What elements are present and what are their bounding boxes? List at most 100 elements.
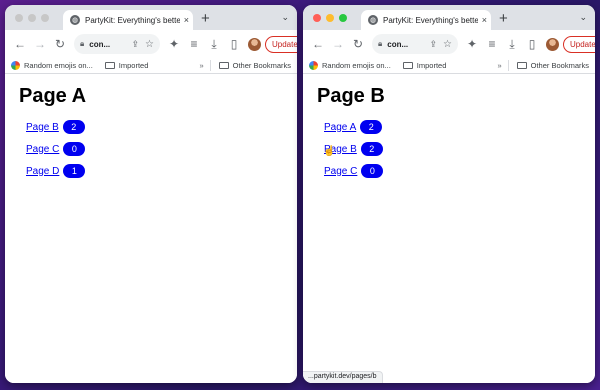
forward-button[interactable]: → — [328, 37, 348, 51]
visitor-count-badge: 0 — [63, 142, 86, 156]
bookmark-folder-imported[interactable]: Imported — [104, 61, 149, 70]
side-panel-icon[interactable]: ▯ — [522, 37, 542, 51]
page-link[interactable]: Page A — [324, 122, 356, 133]
browser-window-left: ◍ PartyKit: Everything's better w × + ⌄ … — [5, 5, 297, 383]
bookmarks-bar: Random emojis on... Imported » Other Boo… — [303, 58, 595, 74]
zoom-window-button[interactable] — [339, 14, 347, 22]
bookmark-label: Random emojis on... — [322, 61, 391, 70]
profile-avatar[interactable] — [248, 37, 261, 51]
update-label: Update — [272, 39, 297, 49]
download-icon[interactable]: ⤓ — [502, 37, 522, 52]
folder-icon — [104, 62, 115, 69]
url-text: con... — [387, 39, 409, 49]
emoji-favicon-icon — [309, 61, 318, 70]
tab-search-button[interactable]: ⌄ — [579, 12, 587, 23]
divider — [209, 60, 211, 71]
back-button[interactable]: ← — [10, 37, 30, 51]
bookmark-random-emojis[interactable]: Random emojis on... — [309, 61, 391, 70]
update-button[interactable]: Update ⋮ — [265, 35, 297, 53]
bookmarks-overflow-button[interactable]: » — [497, 61, 501, 70]
folder-icon — [218, 62, 229, 69]
bookmark-star-icon[interactable]: ☆ — [443, 39, 452, 50]
toolbar: ← → ↻ 🔒︎ con... ⇪ ☆ ✦ ≡ ⤓ ▯ Update ⋮ — [303, 30, 595, 58]
address-bar[interactable]: 🔒︎ con... ⇪ ☆ — [372, 34, 458, 54]
window-controls — [313, 14, 347, 22]
close-window-button[interactable] — [313, 14, 321, 22]
page-heading: Page A — [19, 85, 87, 107]
lock-icon[interactable]: 🔒︎ — [80, 39, 84, 49]
visitor-count-badge: 0 — [361, 164, 384, 178]
browser-window-right: ◍ PartyKit: Everything's better w × + ⌄ … — [303, 5, 595, 383]
list-item: Page B 2 — [324, 138, 581, 160]
profile-avatar[interactable] — [546, 37, 559, 51]
reading-list-icon[interactable]: ≡ — [482, 37, 502, 51]
other-bookmarks-folder[interactable]: Other Bookmarks — [516, 61, 589, 70]
page-content: Page B Page A 2 Page B 2 Page C 0 ☝ — [303, 75, 595, 383]
page-link[interactable]: Page C — [26, 144, 59, 155]
hand-cursor-icon: ☝ — [323, 146, 336, 157]
tab-title: PartyKit: Everything's better w — [85, 15, 180, 25]
status-bar-url: ...partykit.dev/pages/b — [303, 371, 384, 383]
page-heading: Page B — [317, 85, 385, 107]
page-link[interactable]: Page C — [324, 166, 357, 177]
extensions-icon[interactable]: ✦ — [462, 37, 482, 51]
update-label: Update — [570, 39, 595, 49]
visitor-count-badge: 2 — [62, 120, 85, 134]
visitor-count-badge: 2 — [360, 120, 383, 134]
share-icon[interactable]: ⇪ — [429, 39, 437, 50]
list-item: Page A 2 — [324, 116, 581, 138]
minimize-window-button[interactable] — [28, 14, 36, 22]
bookmark-random-emojis[interactable]: Random emojis on... — [11, 61, 93, 70]
reading-list-icon[interactable]: ≡ — [184, 37, 204, 51]
list-item: Page C 0 — [324, 160, 581, 182]
globe-icon: ◍ — [70, 15, 80, 25]
tab-partykit[interactable]: ◍ PartyKit: Everything's better w × — [63, 10, 193, 30]
tab-close-icon[interactable]: × — [184, 15, 189, 25]
new-tab-button[interactable]: + — [499, 10, 508, 28]
share-icon[interactable]: ⇪ — [131, 39, 139, 50]
window-controls — [15, 14, 49, 22]
toolbar: ← → ↻ 🔒︎ con... ⇪ ☆ ✦ ≡ ⤓ ▯ Update ⋮ — [5, 30, 297, 58]
side-panel-icon[interactable]: ▯ — [224, 37, 244, 51]
divider — [507, 60, 509, 71]
tab-partykit[interactable]: ◍ PartyKit: Everything's better w × — [361, 10, 491, 30]
page-link[interactable]: Page D — [26, 166, 59, 177]
visitor-count-badge: 1 — [63, 164, 86, 178]
tab-close-icon[interactable]: × — [482, 15, 487, 25]
reload-button[interactable]: ↻ — [50, 37, 70, 51]
new-tab-button[interactable]: + — [201, 10, 210, 28]
bookmark-label: Other Bookmarks — [232, 61, 291, 70]
tab-strip: ◍ PartyKit: Everything's better w × + ⌄ — [5, 5, 297, 30]
close-window-button[interactable] — [15, 14, 23, 22]
minimize-window-button[interactable] — [326, 14, 334, 22]
bookmarks-bar: Random emojis on... Imported » Other Boo… — [5, 58, 297, 74]
extensions-icon[interactable]: ✦ — [164, 37, 184, 51]
tab-search-button[interactable]: ⌄ — [281, 12, 289, 23]
address-bar[interactable]: 🔒︎ con... ⇪ ☆ — [74, 34, 160, 54]
tab-title: PartyKit: Everything's better w — [383, 15, 478, 25]
page-content: Page A Page B 2 Page C 0 Page D 1 — [5, 75, 297, 383]
bookmark-label: Imported — [118, 61, 149, 70]
url-text: con... — [89, 39, 111, 49]
bookmark-folder-imported[interactable]: Imported — [402, 61, 446, 70]
download-icon[interactable]: ⤓ — [204, 37, 224, 52]
list-item: Page D 1 — [26, 160, 283, 182]
emoji-favicon-icon — [11, 61, 20, 70]
zoom-window-button[interactable] — [41, 14, 49, 22]
list-item: Page B 2 — [26, 116, 283, 138]
forward-button[interactable]: → — [30, 37, 50, 51]
bookmark-star-icon[interactable]: ☆ — [145, 39, 154, 50]
back-button[interactable]: ← — [308, 37, 328, 51]
folder-icon — [516, 62, 527, 69]
globe-icon: ◍ — [368, 15, 378, 25]
reload-button[interactable]: ↻ — [348, 37, 368, 51]
bookmark-label: Other Bookmarks — [530, 61, 589, 70]
visitor-count-badge: 2 — [360, 142, 383, 156]
update-button[interactable]: Update ⋮ — [563, 35, 595, 53]
other-bookmarks-folder[interactable]: Other Bookmarks — [218, 61, 291, 70]
bookmarks-overflow-button[interactable]: » — [199, 61, 203, 70]
tab-strip: ◍ PartyKit: Everything's better w × + ⌄ — [303, 5, 595, 30]
page-link[interactable]: Page B — [26, 122, 59, 133]
bookmark-label: Random emojis on... — [24, 61, 93, 70]
lock-icon[interactable]: 🔒︎ — [378, 39, 382, 49]
